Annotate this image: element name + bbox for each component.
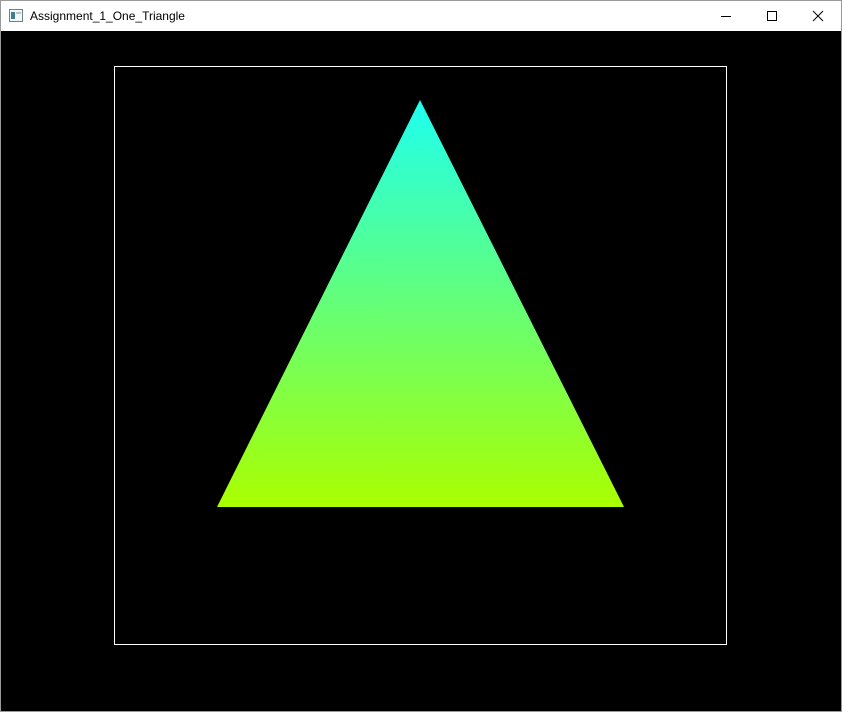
window-title: Assignment_1_One_Triangle xyxy=(30,9,185,23)
scene-svg xyxy=(217,100,624,507)
close-button[interactable] xyxy=(795,1,841,31)
maximize-icon xyxy=(767,11,777,21)
minimize-icon xyxy=(721,16,731,17)
gradient-triangle xyxy=(217,100,624,507)
title-bar[interactable]: Assignment_1_One_Triangle xyxy=(1,1,841,31)
window-app-icon xyxy=(9,9,23,22)
render-canvas[interactable] xyxy=(1,31,841,711)
close-icon xyxy=(812,10,824,22)
app-window: Assignment_1_One_Triangle xyxy=(0,0,842,712)
maximize-button[interactable] xyxy=(749,1,795,31)
minimize-button[interactable] xyxy=(703,1,749,31)
